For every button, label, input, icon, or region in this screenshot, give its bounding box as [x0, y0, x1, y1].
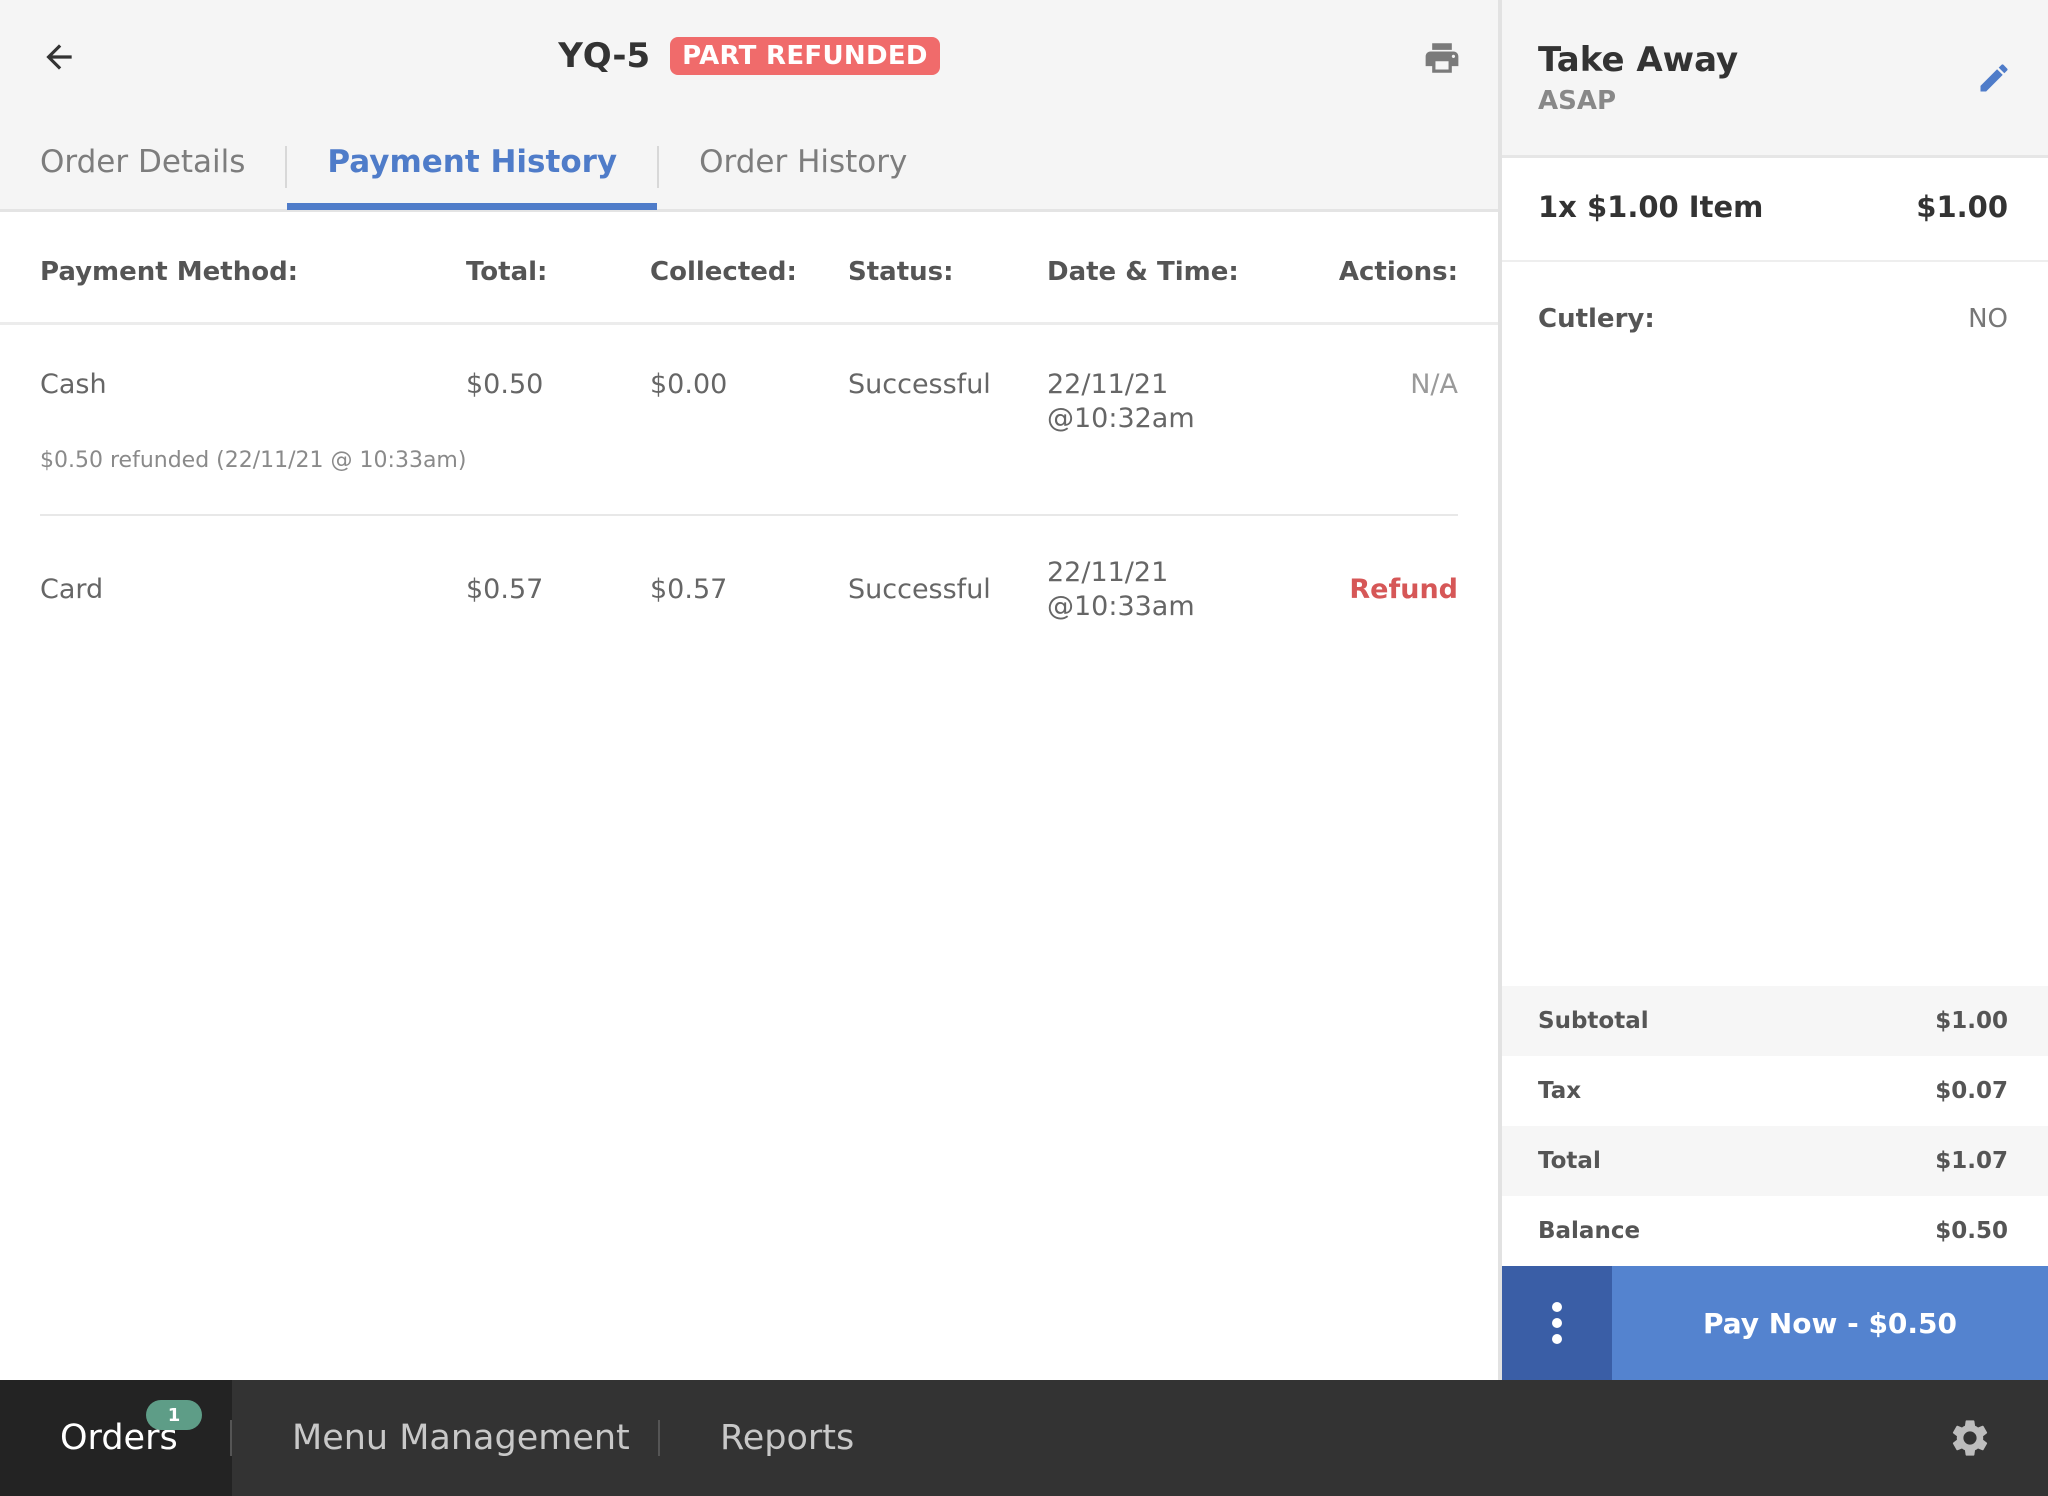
payment-action-na: N/A [1410, 369, 1458, 400]
payment-method: Cash [40, 369, 107, 400]
item-price: $1.00 [1916, 190, 2008, 224]
more-vertical-icon[interactable] [1502, 1266, 1612, 1380]
tax-label: Tax [1538, 1078, 1582, 1104]
tab-order-details[interactable]: Order Details [0, 130, 285, 210]
nav-reports[interactable]: Reports [720, 1380, 854, 1496]
payment-time: @10:33am [1047, 591, 1195, 622]
bottom-nav: Orders 1 Menu Management Reports [0, 1380, 2048, 1496]
nav-divider [658, 1420, 660, 1456]
cutlery-value: NO [1968, 304, 2008, 334]
status-badge: PART REFUNDED [670, 37, 940, 75]
tax-row: Tax $0.07 [1502, 1056, 2048, 1126]
orders-count-badge: 1 [146, 1400, 202, 1430]
order-id: YQ-5 [558, 36, 651, 76]
balance-label: Balance [1538, 1218, 1641, 1244]
header-total: Total: [466, 257, 548, 287]
order-timing: ASAP [1538, 86, 1617, 116]
refund-button[interactable]: Refund [1349, 573, 1458, 607]
order-header: YQ-5 PART REFUNDED Order Details Payment… [0, 0, 1498, 212]
balance-value: $0.50 [1935, 1218, 2008, 1244]
header-payment-method: Payment Method: [40, 257, 299, 287]
tab-payment-history[interactable]: Payment History [287, 130, 657, 210]
nav-orders[interactable]: Orders 1 [0, 1380, 232, 1496]
total-label: Total [1538, 1148, 1601, 1174]
header-collected: Collected: [650, 257, 797, 287]
order-detail-pane: YQ-5 PART REFUNDED Order Details Payment… [0, 0, 1498, 1380]
refund-note: $0.50 refunded (22/11/21 @ 10:33am) [40, 448, 467, 473]
pencil-icon[interactable] [1976, 60, 2012, 96]
order-item[interactable]: 1x $1.00 Item $1.00 [1502, 158, 2048, 262]
tab-order-history[interactable]: Order History [659, 130, 947, 210]
header-status: Status: [848, 257, 954, 287]
row-divider [40, 514, 1458, 516]
pay-now-button[interactable]: Pay Now - $0.50 [1612, 1266, 2048, 1380]
payment-method: Card [40, 574, 104, 605]
order-summary-pane: Take Away ASAP 1x $1.00 Item $1.00 Cutle… [1502, 0, 2048, 1380]
nav-menu-management[interactable]: Menu Management [292, 1380, 630, 1496]
subtotal-value: $1.00 [1935, 1008, 2008, 1034]
cutlery-label: Cutlery: [1538, 304, 1655, 334]
total-row: Total $1.07 [1502, 1126, 2048, 1196]
payment-date: 22/11/21 [1047, 557, 1169, 588]
order-title-group: YQ-5 PART REFUNDED [0, 36, 1498, 76]
payment-total: $0.50 [466, 369, 544, 400]
nav-divider [230, 1420, 232, 1456]
order-type: Take Away [1538, 40, 1739, 80]
order-totals: Subtotal $1.00 Tax $0.07 Total $1.07 Bal… [1502, 986, 2048, 1266]
payment-total: $0.57 [466, 574, 544, 605]
subtotal-label: Subtotal [1538, 1008, 1649, 1034]
payment-time: @10:32am [1047, 403, 1195, 434]
gear-icon[interactable] [1948, 1416, 1992, 1460]
subtotal-row: Subtotal $1.00 [1502, 986, 2048, 1056]
tax-value: $0.07 [1935, 1078, 2008, 1104]
payment-status: Successful [848, 574, 991, 605]
tab-bar: Order Details Payment History Order Hist… [0, 130, 947, 210]
payment-action-bar: Pay Now - $0.50 [1502, 1266, 2048, 1380]
total-value: $1.07 [1935, 1148, 2008, 1174]
item-name: 1x $1.00 Item [1538, 190, 1764, 224]
header-actions: Actions: [1338, 257, 1458, 287]
payment-collected: $0.00 [650, 369, 728, 400]
balance-row: Balance $0.50 [1502, 1196, 2048, 1266]
payment-collected: $0.57 [650, 574, 728, 605]
payments-table-header: Payment Method: Total: Collected: Status… [0, 215, 1498, 325]
order-type-header: Take Away ASAP [1502, 0, 2048, 158]
payment-status: Successful [848, 369, 991, 400]
payment-date: 22/11/21 [1047, 369, 1169, 400]
printer-icon[interactable] [1422, 40, 1462, 76]
header-date-time: Date & Time: [1047, 257, 1239, 287]
